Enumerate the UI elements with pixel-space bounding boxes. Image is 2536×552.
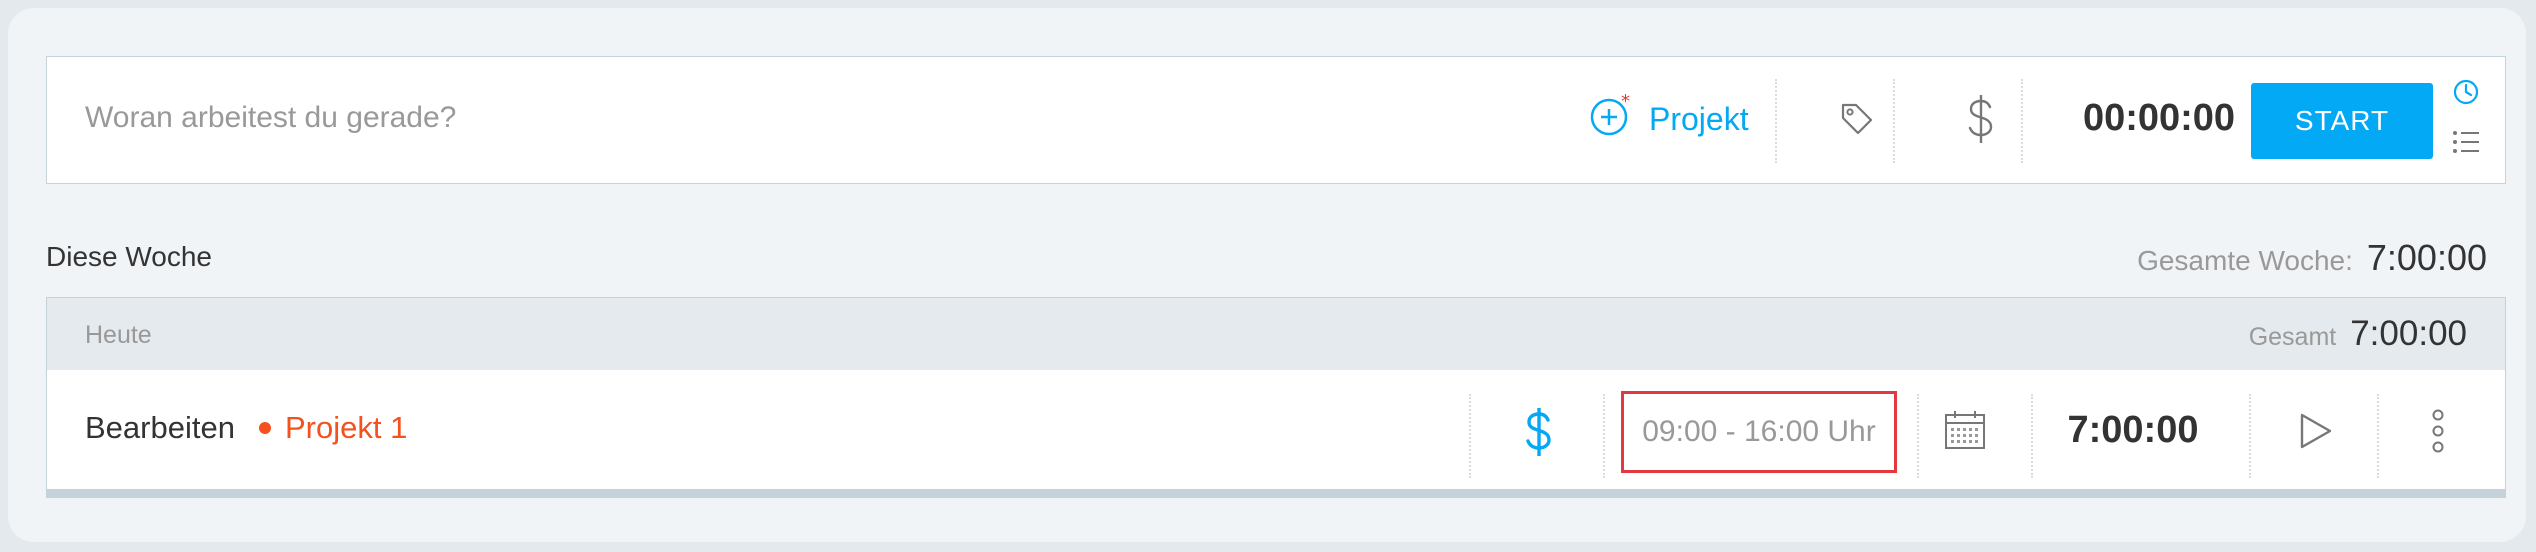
billable-dollar-icon[interactable]: [1517, 404, 1561, 460]
divider: [1469, 394, 1471, 478]
clock-icon[interactable]: [2451, 77, 2481, 107]
divider: [1917, 394, 1919, 478]
time-tracker-panel: Woran arbeitest du gerade? * Projekt 00:…: [8, 8, 2526, 542]
day-group: Heute Gesamt 7:00:00 Bearbeiten Projekt …: [46, 297, 2506, 498]
play-icon[interactable]: [2291, 408, 2337, 454]
more-vertical-icon[interactable]: [2423, 408, 2453, 454]
entry-description[interactable]: Bearbeiten: [85, 410, 235, 446]
entry-project[interactable]: Projekt 1: [259, 410, 407, 446]
entry-duration[interactable]: 7:00:00: [2033, 409, 2233, 452]
project-color-dot: [259, 422, 271, 434]
project-select-button[interactable]: * Projekt: [1589, 91, 1749, 147]
timer-display: 00:00:00: [2082, 97, 2236, 139]
day-label: Heute: [85, 321, 152, 349]
time-range[interactable]: 09:00 - 16:00 Uhr: [1621, 391, 1897, 473]
divider: [2021, 79, 2023, 163]
divider: [1893, 79, 1895, 163]
description-input[interactable]: Woran arbeitest du gerade?: [85, 101, 456, 135]
svg-text:*: *: [1621, 93, 1630, 112]
calendar-icon[interactable]: [1941, 406, 1989, 454]
tag-icon[interactable]: [1833, 95, 1881, 143]
group-bottom-border: [47, 489, 2505, 497]
divider: [2377, 394, 2379, 478]
week-total-value: 7:00:00: [2366, 237, 2487, 278]
divider: [2249, 394, 2251, 478]
plus-circle-icon: *: [1589, 91, 1633, 145]
day-group-header: Heute Gesamt 7:00:00: [47, 298, 2505, 371]
day-total: Gesamt 7:00:00: [2249, 314, 2467, 354]
divider: [1775, 79, 1777, 163]
week-label: Diese Woche: [46, 241, 213, 272]
week-total-label: Gesamte Woche:: [2137, 245, 2353, 276]
day-total-value: 7:00:00: [2350, 314, 2467, 353]
list-icon[interactable]: [2451, 127, 2481, 157]
time-entry-row: Bearbeiten Projekt 1 09:00 - 16:00 Uhr 7…: [47, 370, 2505, 486]
start-button[interactable]: START: [2251, 83, 2433, 159]
billable-dollar-icon[interactable]: [1957, 89, 2005, 149]
timer-bar: Woran arbeitest du gerade? * Projekt 00:…: [46, 56, 2506, 184]
day-total-label: Gesamt: [2248, 323, 2337, 351]
divider: [1603, 394, 1605, 478]
entry-project-label: Projekt 1: [285, 410, 408, 445]
project-label: Projekt: [1649, 100, 1749, 137]
week-total: Gesamte Woche: 7:00:00: [2137, 237, 2487, 279]
